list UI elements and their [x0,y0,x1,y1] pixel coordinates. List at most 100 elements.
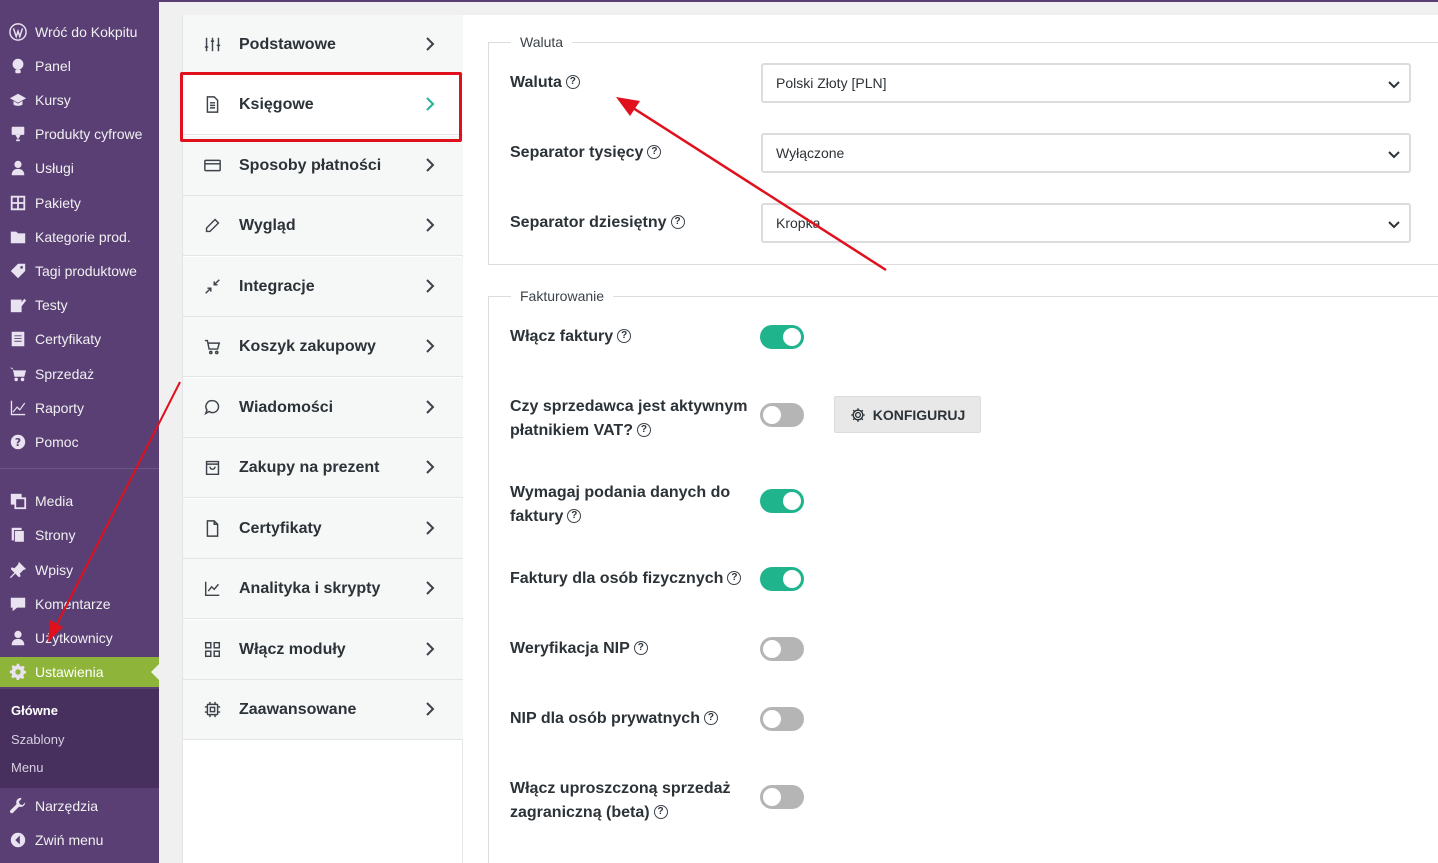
file-icon [203,520,221,538]
foreign-sales-toggle[interactable] [760,785,804,809]
nav-label: Wygląd [239,216,296,234]
nav-item-gift-purchases[interactable]: Zakupy na prezent [183,438,463,498]
menu-item-digital-products[interactable]: Produkty cyfrowe [0,119,159,149]
menu-item-tools[interactable]: Narzędzia [0,791,159,821]
cart-icon [8,365,27,384]
nav-item-integrations[interactable]: Integracje [183,257,463,317]
nav-item-payment-methods[interactable]: Sposoby płatności [183,136,463,196]
nav-label: Certyfikaty [239,519,322,537]
nip-private-toggle[interactable] [760,707,804,731]
help-icon[interactable]: ? [617,329,632,343]
chart-icon [203,580,221,598]
menu-label: Pakiety [35,195,81,211]
menu-item-users[interactable]: Użytkownicy [0,623,159,653]
chevron-right-icon [423,642,437,656]
collapse-icon [8,831,27,850]
modules-icon [203,641,221,659]
nav-label: Analityka i skrypty [239,579,381,597]
menu-item-packages[interactable]: Pakiety [0,188,159,218]
edit-icon [8,296,27,315]
settings-nav: Podstawowe Księgowe Sposoby płatności Wy… [182,15,463,863]
wordpress-icon [8,23,27,42]
decimal-separator-select[interactable]: Kropka [761,203,1411,243]
currency-label: Waluta? [510,71,580,95]
submenu-item-main[interactable]: Główne [11,703,58,718]
nav-item-basic[interactable]: Podstawowe [183,15,463,75]
chevron-right-icon [423,339,437,353]
nip-private-label: NIP dla osób prywatnych? [510,707,718,731]
pencil-icon [203,217,221,235]
chip-icon [203,701,221,719]
menu-item-services[interactable]: Usługi [0,153,159,183]
settings-submenu: Główne Szablony Menu [0,689,159,788]
nav-label: Sposoby płatności [239,156,382,174]
help-icon[interactable]: ? [653,805,668,819]
help-icon[interactable]: ? [727,571,742,585]
menu-label: Tagi produktowe [35,263,137,279]
invoices-individuals-toggle[interactable] [760,567,804,591]
menu-item-sales[interactable]: Sprzedaż [0,359,159,389]
admin-sidebar: Wróć do Kokpitu Panel Kursy Produkty cyf… [0,0,159,863]
help-icon[interactable]: ? [647,145,662,159]
nav-item-analytics[interactable]: Analityka i skrypty [183,559,463,619]
help-icon[interactable]: ? [670,215,685,229]
chevron-right-icon [423,97,437,111]
cart-icon [203,338,221,356]
require-invoice-data-toggle[interactable] [760,489,804,513]
chevron-down-icon [1387,147,1401,161]
enable-invoices-toggle[interactable] [760,325,804,349]
help-icon[interactable]: ? [565,75,580,89]
menu-item-settings[interactable]: Ustawienia [0,657,159,687]
menu-item-product-tags[interactable]: Tagi produktowe [0,256,159,286]
nip-verification-toggle[interactable] [760,637,804,661]
menu-item-tests[interactable]: Testy [0,290,159,320]
thousands-separator-select[interactable]: Wyłączone [761,133,1411,173]
help-icon[interactable]: ? [703,711,718,725]
nav-label: Włącz moduły [239,640,346,658]
menu-item-courses[interactable]: Kursy [0,85,159,115]
menu-item-posts[interactable]: Wpisy [0,555,159,585]
grid-icon [8,194,27,213]
currency-select[interactable]: Polski Złoty [PLN] [761,63,1411,103]
menu-label: Użytkownicy [35,630,113,646]
help-icon[interactable]: ? [633,641,648,655]
chevron-down-icon [1387,217,1401,231]
nav-item-modules[interactable]: Włącz moduły [183,620,463,680]
chat-icon [203,399,221,417]
menu-item-help[interactable]: ? Pomoc [0,427,159,457]
chevron-right-icon [423,702,437,716]
menu-item-certificates[interactable]: Certyfikaty [0,324,159,354]
nav-item-advanced[interactable]: Zaawansowane [183,680,463,740]
nav-item-appearance[interactable]: Wygląd [183,196,463,256]
nav-item-shopping-cart[interactable]: Koszyk zakupowy [183,317,463,377]
nav-item-certificates[interactable]: Certyfikaty [183,499,463,559]
nav-item-messages[interactable]: Wiadomości [183,378,463,438]
tag-icon [8,262,27,281]
menu-item-panel[interactable]: Panel [0,51,159,81]
comment-icon [8,595,27,614]
menu-label: Komentarze [35,596,111,612]
configure-button[interactable]: KONFIGURUJ [834,396,981,433]
menu-label: Certyfikaty [35,331,102,347]
menu-item-product-categories[interactable]: Kategorie prod. [0,222,159,252]
nav-label: Koszyk zakupowy [239,337,376,355]
nav-item-accounting[interactable]: Księgowe [183,75,463,135]
menu-item-media[interactable]: Media [0,486,159,516]
menu-item-back-to-dashboard[interactable]: Wróć do Kokpitu [0,17,159,47]
vat-payer-toggle[interactable] [760,403,804,427]
gear-icon [850,407,865,422]
help-icon[interactable]: ? [636,423,651,437]
download-icon [8,125,27,144]
menu-item-comments[interactable]: Komentarze [0,589,159,619]
menu-label: Ustawienia [35,664,104,680]
submenu-item-menu[interactable]: Menu [11,760,44,775]
menu-item-reports[interactable]: Raporty [0,393,159,423]
nav-label: Zaawansowane [239,700,357,718]
submenu-item-templates[interactable]: Szablony [11,732,64,747]
arrows-in-icon [203,278,221,296]
user-group-icon [8,159,27,178]
menu-item-collapse[interactable]: Zwiń menu [0,825,159,855]
menu-label: Kursy [35,92,71,108]
menu-item-pages[interactable]: Strony [0,520,159,550]
help-icon[interactable]: ? [567,509,582,523]
